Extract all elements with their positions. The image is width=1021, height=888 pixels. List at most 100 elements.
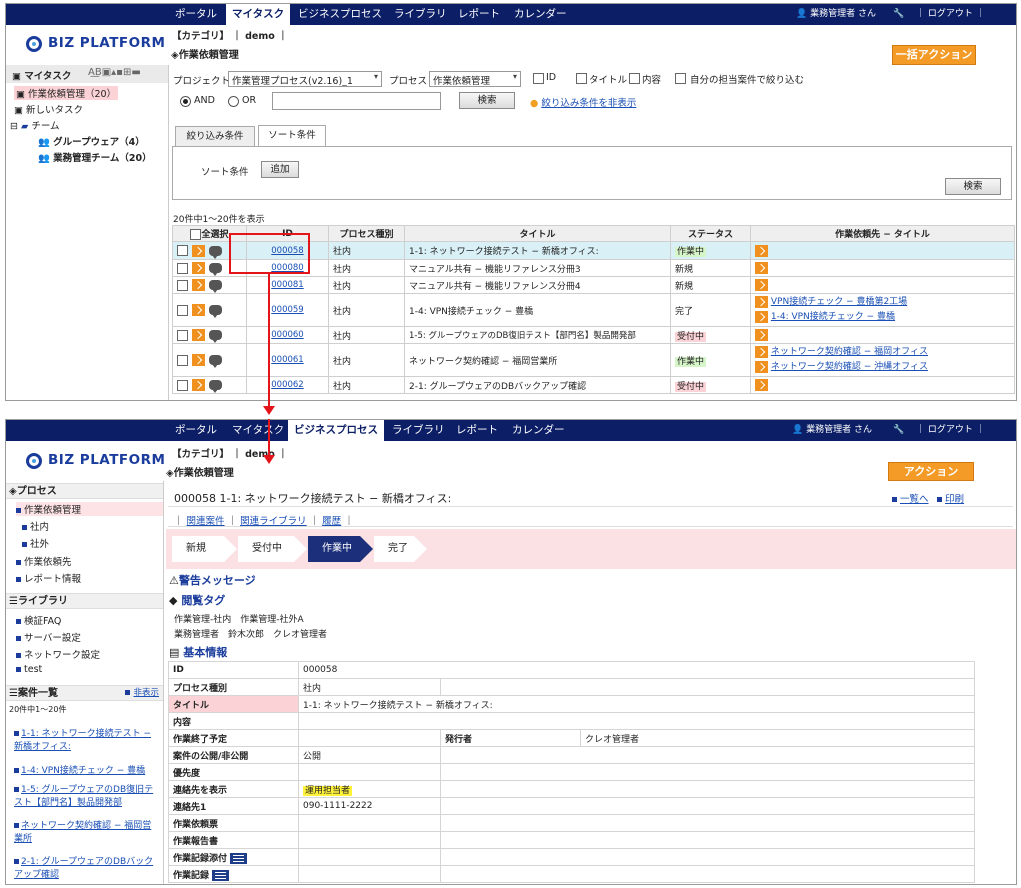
comment-icon[interactable] xyxy=(209,245,222,259)
nav-portal[interactable]: ポータル xyxy=(169,420,223,441)
flow-step-done[interactable]: 完了 xyxy=(374,536,427,562)
print-link[interactable]: 印刷 xyxy=(937,491,964,505)
open-target-icon[interactable] xyxy=(755,329,768,341)
sidebar-item-test[interactable]: test xyxy=(16,664,42,675)
table-row[interactable]: 000060 社内 1-5: グループウェアのDB復旧テスト【部門名】製品開発部… xyxy=(172,326,1015,344)
hide-list-link[interactable]: 非表示 xyxy=(125,686,159,701)
row-checkbox[interactable] xyxy=(177,279,188,291)
row-checkbox[interactable] xyxy=(177,262,188,274)
sidebar-item-groupware[interactable]: 👥 グループウェア（4） xyxy=(38,134,145,148)
table-row[interactable]: 000061 社内 ネットワーク契約確認 − 福岡営業所 作業中 ネットワーク契… xyxy=(172,343,1015,377)
checkbox-mine[interactable] xyxy=(675,73,686,84)
comment-icon[interactable] xyxy=(209,355,222,368)
sidebar-item-external[interactable]: 社外 xyxy=(22,536,49,550)
table-row[interactable]: 000062 社内 2-1: グループウェアのDBバックアップ確認 受付中 xyxy=(172,376,1015,394)
sidebar-item-faq[interactable]: 検証FAQ xyxy=(16,613,61,627)
sort-search-button[interactable]: 検索 xyxy=(945,178,1001,195)
row-checkbox[interactable] xyxy=(177,354,188,366)
nav-business-process[interactable]: ビジネスプロセス xyxy=(292,4,388,25)
open-icon[interactable] xyxy=(192,244,205,257)
target-link[interactable]: 1-4: VPN接続チェック − 豊橋 xyxy=(771,312,895,322)
column-status[interactable]: ステータス xyxy=(670,225,751,242)
column-process-type[interactable]: プロセス種別 xyxy=(328,225,405,242)
case-link[interactable]: 1-1: ネットワーク接続テスト − 新橋オフィス: xyxy=(14,728,154,754)
nav-library[interactable]: ライブラリ xyxy=(386,420,451,441)
flow-step-accepted[interactable]: 受付中 xyxy=(238,536,307,562)
list-icon[interactable] xyxy=(230,852,248,864)
table-row[interactable]: 000059 社内 1-4: VPN接続チェック − 豊橋 完了 VPN接続チェ… xyxy=(172,293,1015,327)
nav-mytask[interactable]: マイタスク xyxy=(226,420,290,441)
nav-report[interactable]: レポート xyxy=(452,4,506,25)
nav-mytask[interactable]: マイタスク xyxy=(226,4,291,25)
case-link[interactable]: 1-4: VPN接続チェック − 豊橋 xyxy=(14,765,154,778)
settings-wrench-icon[interactable]: 🔧 xyxy=(893,420,904,441)
process-section-header[interactable]: ◈プロセス xyxy=(6,483,163,499)
hide-conditions-link[interactable]: ● 絞り込み条件を非表示 xyxy=(530,95,636,109)
sidebar-item-internal[interactable]: 社内 xyxy=(22,519,49,533)
sidebar-item-network[interactable]: ネットワーク設定 xyxy=(16,647,100,661)
tab-filter-conditions[interactable]: 絞り込み条件 xyxy=(175,126,255,147)
target-link[interactable]: VPN接続チェック − 豊橋第2工場 xyxy=(771,297,907,307)
row-id-link[interactable]: 000060 xyxy=(271,330,303,340)
nav-library[interactable]: ライブラリ xyxy=(388,4,453,25)
action-button[interactable]: アクション xyxy=(888,462,974,481)
sidebar-item-ops-team[interactable]: 👥 業務管理チーム（20） xyxy=(38,150,152,164)
sidebar-item-new-task[interactable]: ▣ 新しいタスク xyxy=(14,102,83,116)
comment-icon[interactable] xyxy=(209,330,222,343)
case-link[interactable]: ネットワーク契約確認 − 福岡営業所 xyxy=(14,820,154,846)
comment-icon[interactable] xyxy=(209,380,222,393)
open-target-icon[interactable] xyxy=(755,345,768,358)
comment-icon[interactable] xyxy=(209,280,222,293)
open-target-icon[interactable] xyxy=(755,310,768,323)
column-title[interactable]: タイトル xyxy=(404,225,671,242)
open-icon[interactable] xyxy=(192,304,205,316)
flow-step-new[interactable]: 新規 xyxy=(172,536,237,562)
library-section-header[interactable]: ☰ライブラリ xyxy=(6,593,163,609)
open-target-icon[interactable] xyxy=(755,244,768,257)
table-row[interactable]: 000081 社内 マニュアル共有 − 機能リファレンス分冊4 新規 xyxy=(172,276,1015,294)
open-icon[interactable] xyxy=(192,262,205,274)
process-select[interactable]: 作業依頼管理 ▾ xyxy=(429,71,521,87)
open-target-icon[interactable] xyxy=(755,379,768,391)
open-icon[interactable] xyxy=(192,279,205,291)
radio-and[interactable] xyxy=(180,96,191,107)
settings-wrench-icon[interactable]: 🔧 xyxy=(893,4,904,25)
back-to-list-link[interactable]: 一覧へ xyxy=(892,491,929,505)
project-select[interactable]: 作業管理プロセス(v2.16)_1 ▾ xyxy=(228,71,382,87)
case-link[interactable]: 1-5: グループウェアのDB復旧テスト【部門名】製品開発部 xyxy=(14,784,154,810)
search-button[interactable]: 検索 xyxy=(459,92,515,109)
open-target-icon[interactable] xyxy=(755,262,768,274)
open-icon[interactable] xyxy=(192,354,205,366)
case-link[interactable]: 2-1: グループウェアのDBバックアップ確認 xyxy=(14,856,154,882)
row-checkbox[interactable] xyxy=(177,245,188,256)
user-name[interactable]: 👤 業務管理者 さん xyxy=(792,420,872,441)
select-all-checkbox[interactable] xyxy=(190,229,202,240)
target-link[interactable]: ネットワーク契約確認 − 沖縄オフィス xyxy=(771,362,928,372)
open-target-icon[interactable] xyxy=(755,360,768,373)
list-icon[interactable] xyxy=(212,869,230,881)
row-id-link[interactable]: 000059 xyxy=(271,305,303,315)
sidebar-item-work-request[interactable]: ▣ 作業依頼管理（20） xyxy=(14,86,119,100)
nav-portal[interactable]: ポータル xyxy=(169,4,223,25)
sidebar-item-server[interactable]: サーバー設定 xyxy=(16,630,81,644)
sidebar-item-report-info[interactable]: レポート情報 xyxy=(16,571,81,585)
row-checkbox[interactable] xyxy=(177,379,188,391)
flow-step-in-progress[interactable]: 作業中 xyxy=(308,536,373,562)
nav-calendar[interactable]: カレンダー xyxy=(508,4,573,25)
row-id-link[interactable]: 000062 xyxy=(271,380,303,390)
row-checkbox[interactable] xyxy=(177,304,188,316)
checkbox-title[interactable] xyxy=(576,73,587,84)
row-id-link[interactable]: 000081 xyxy=(271,280,303,290)
row-id-link[interactable]: 000061 xyxy=(271,355,303,365)
user-name[interactable]: 👤 業務管理者 さん xyxy=(796,4,876,25)
keyword-input[interactable] xyxy=(272,92,441,110)
open-target-icon[interactable] xyxy=(755,295,768,308)
nav-report[interactable]: レポート xyxy=(450,420,504,441)
row-checkbox[interactable] xyxy=(177,329,188,341)
open-icon[interactable] xyxy=(192,379,205,391)
open-target-icon[interactable] xyxy=(755,279,768,291)
sidebar-tool-icons[interactable]: A͟B▣▴▪⊞▬ xyxy=(88,67,141,78)
checkbox-content[interactable] xyxy=(629,73,640,84)
checkbox-id[interactable] xyxy=(533,73,544,84)
target-link[interactable]: ネットワーク契約確認 − 福岡オフィス xyxy=(771,347,928,357)
